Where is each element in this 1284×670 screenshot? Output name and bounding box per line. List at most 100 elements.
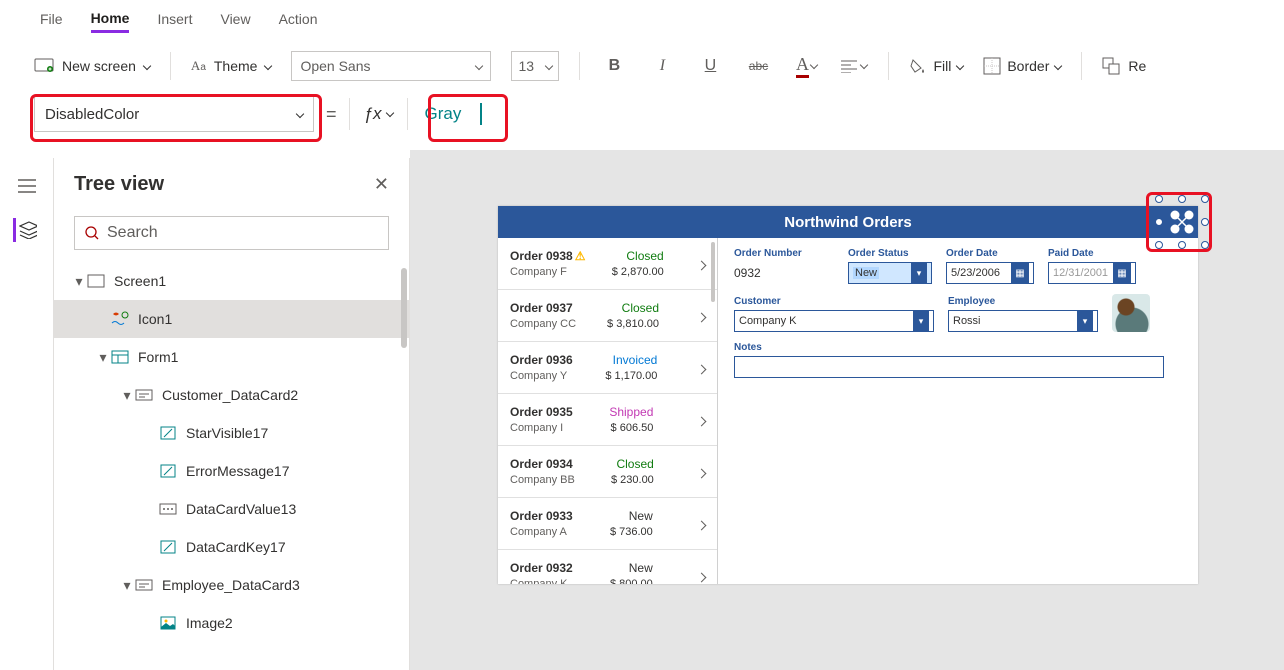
reorder-button[interactable]: Re	[1102, 57, 1146, 75]
border-button[interactable]: Border	[983, 57, 1061, 75]
paid-date-picker[interactable]: 12/31/2001 ▦	[1048, 262, 1136, 284]
order-number: Order 0932	[510, 561, 573, 575]
tree-item-datacardvalue[interactable]: DataCardValue13	[54, 490, 409, 528]
tree-item-employee-datacard[interactable]: ▾ Employee_DataCard3	[54, 566, 409, 604]
tree-item-starvisible[interactable]: StarVisible17	[54, 414, 409, 452]
chevron-down-icon: ▾	[1077, 311, 1093, 331]
chevron-right-icon	[698, 568, 705, 584]
field-label: Order Date	[946, 248, 1034, 259]
date-value: 12/31/2001	[1053, 267, 1108, 279]
tree-search-input[interactable]: Search	[74, 216, 389, 250]
form-icon	[110, 349, 130, 365]
menu-insert[interactable]: Insert	[157, 11, 192, 31]
italic-button[interactable]: I	[648, 52, 676, 80]
scrollbar-thumb[interactable]	[711, 242, 715, 302]
order-row[interactable]: Order 0936Company YInvoiced$ 1,170.00	[498, 342, 717, 394]
property-name: DisabledColor	[45, 106, 139, 123]
underline-button[interactable]: U	[696, 52, 724, 80]
menu-action[interactable]: Action	[279, 11, 318, 31]
image-icon	[158, 615, 178, 631]
text-caret	[480, 103, 482, 125]
field-label: Notes	[734, 342, 1182, 353]
tree-item-label: Screen1	[114, 273, 166, 289]
hamburger-button[interactable]	[15, 174, 39, 198]
order-number: Order 0938⚠	[510, 249, 585, 263]
canvas[interactable]: Northwind Orders Order 0938⚠Company	[410, 150, 1284, 670]
new-screen-button[interactable]: New screen	[34, 58, 150, 74]
chevron-right-icon	[698, 412, 705, 428]
bold-button[interactable]: B	[600, 52, 628, 80]
order-row[interactable]: Order 0937Company CCClosed$ 3,810.00	[498, 290, 717, 342]
align-button[interactable]	[840, 52, 868, 80]
order-status: New	[610, 561, 653, 575]
customer-dropdown[interactable]: Company K ▾	[734, 310, 934, 332]
datacard-icon	[134, 387, 154, 403]
chevron-down-icon	[811, 57, 817, 75]
order-row[interactable]: Order 0932Company KNew$ 800.00	[498, 550, 717, 584]
screen-icon	[86, 273, 106, 289]
order-date-picker[interactable]: 5/23/2006 ▦	[946, 262, 1034, 284]
order-detail-form: Order Number 0932 Order Status New ▾ Ord…	[718, 238, 1198, 584]
formula-input[interactable]	[420, 104, 480, 124]
fx-selector[interactable]: ƒx	[349, 98, 409, 130]
dropdown-value: Rossi	[953, 315, 981, 327]
tree-item-image2[interactable]: Image2	[54, 604, 409, 642]
calendar-icon: ▦	[1011, 263, 1029, 283]
close-button[interactable]: ✕	[374, 174, 389, 195]
order-amount: $ 606.50	[609, 422, 653, 434]
divider	[1081, 52, 1082, 80]
fill-icon	[909, 57, 927, 75]
order-row[interactable]: Order 0933Company ANew$ 736.00	[498, 498, 717, 550]
tree-item-form1[interactable]: ▾ Form1	[54, 338, 409, 376]
menu-home[interactable]: Home	[91, 10, 130, 33]
order-row[interactable]: Order 0935Company IShipped$ 606.50	[498, 394, 717, 446]
menu-file[interactable]: File	[40, 11, 63, 31]
order-gallery[interactable]: Order 0938⚠Company FClosed$ 2,870.00Orde…	[498, 238, 718, 584]
order-status: Invoiced	[605, 353, 657, 367]
tree-view-button[interactable]	[13, 218, 37, 242]
chevron-down-icon	[861, 57, 867, 75]
app-preview: Northwind Orders Order 0938⚠Company	[498, 206, 1198, 584]
strike-button[interactable]: abc	[744, 52, 772, 80]
order-number-value: 0932	[734, 262, 834, 284]
ribbon: New screen Aa Theme Open Sans 13 B I U a…	[0, 42, 1284, 90]
font-select[interactable]: Open Sans	[291, 51, 491, 81]
company-name: Company BB	[510, 474, 575, 486]
menu-view[interactable]: View	[220, 11, 250, 31]
search-placeholder: Search	[107, 224, 158, 242]
chevron-right-icon	[698, 308, 705, 324]
reorder-label: Re	[1128, 58, 1146, 74]
scrollbar-thumb[interactable]	[401, 268, 407, 348]
tree-item-label: DataCardKey17	[186, 539, 286, 555]
property-select[interactable]: DisabledColor	[34, 96, 314, 132]
tree-item-icon1[interactable]: Icon1	[54, 300, 409, 338]
field-label: Order Status	[848, 248, 932, 259]
theme-button[interactable]: Aa Theme	[191, 58, 272, 74]
screen-icon	[34, 58, 54, 74]
order-row[interactable]: Order 0934Company BBClosed$ 230.00	[498, 446, 717, 498]
tree-item-customer-datacard[interactable]: ▾ Customer_DataCard2	[54, 376, 409, 414]
order-number: Order 0937	[510, 301, 576, 315]
font-size-select[interactable]: 13	[511, 51, 559, 81]
hamburger-icon	[18, 179, 36, 193]
tree-item-errormessage[interactable]: ErrorMessage17	[54, 452, 409, 490]
tree-item-label: StarVisible17	[186, 425, 268, 441]
chevron-down-icon	[265, 58, 271, 74]
divider	[579, 52, 580, 80]
divider	[170, 52, 171, 80]
order-number: Order 0934	[510, 457, 575, 471]
font-color-button[interactable]: A	[792, 52, 820, 80]
order-amount: $ 1,170.00	[605, 370, 657, 382]
tree-item-datacardkey[interactable]: DataCardKey17	[54, 528, 409, 566]
notes-input[interactable]	[734, 356, 1164, 378]
order-status-dropdown[interactable]: New ▾	[848, 262, 932, 284]
theme-label: Theme	[214, 58, 258, 74]
text-icon	[158, 539, 178, 555]
order-row[interactable]: Order 0938⚠Company FClosed$ 2,870.00	[498, 238, 717, 290]
chevron-down-icon	[476, 58, 482, 74]
order-number: Order 0935	[510, 405, 573, 419]
fill-button[interactable]: Fill	[909, 57, 963, 75]
tree-item-screen1[interactable]: ▾ Screen1	[54, 262, 409, 300]
order-amount: $ 3,810.00	[607, 318, 659, 330]
employee-dropdown[interactable]: Rossi ▾	[948, 310, 1098, 332]
